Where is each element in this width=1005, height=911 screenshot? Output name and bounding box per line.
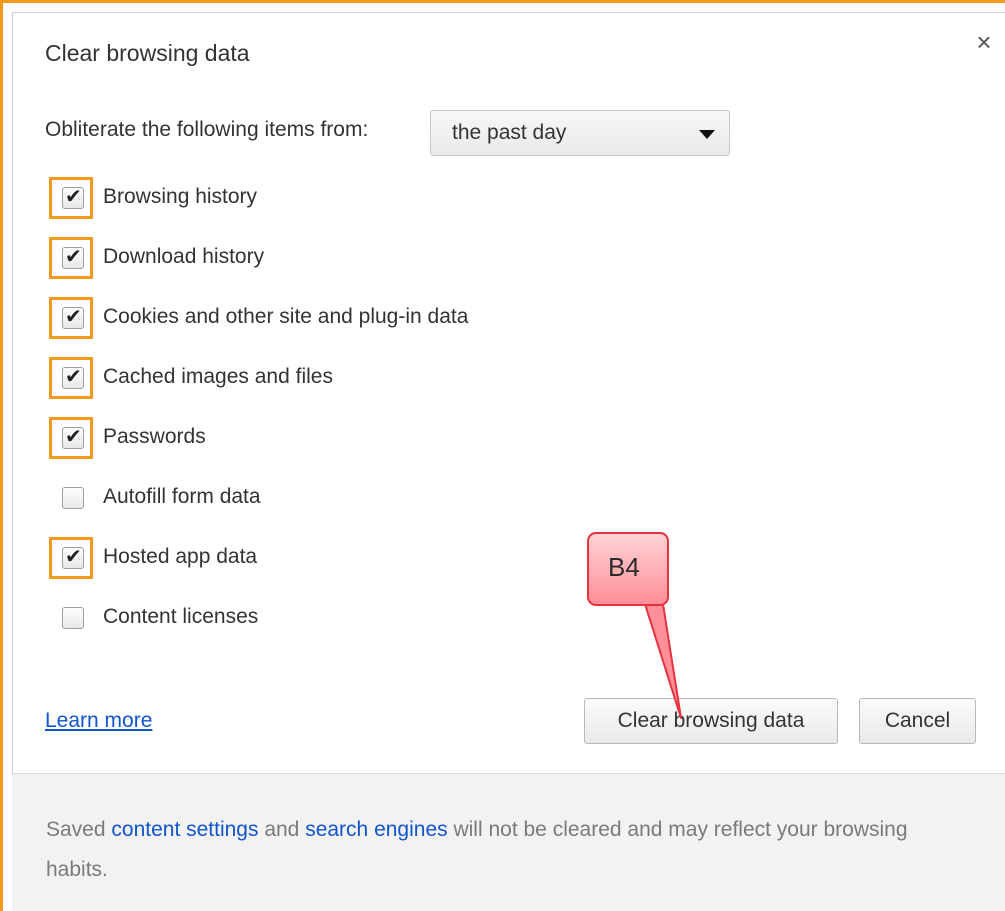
checkmark-icon: ✔ <box>65 246 82 268</box>
option-row[interactable]: ✔ Hosted app data <box>45 537 645 581</box>
obliterate-label: Obliterate the following items from: <box>45 118 369 141</box>
close-icon[interactable]: × <box>972 28 996 56</box>
option-checkbox[interactable]: ✔ <box>62 306 84 329</box>
option-row[interactable]: ✔ Download history <box>45 237 645 281</box>
content-settings-link[interactable]: content settings <box>111 818 258 841</box>
option-label: Autofill form data <box>103 485 261 508</box>
option-row[interactable]: ✔ Cookies and other site and plug-in data <box>45 297 645 341</box>
learn-more-link[interactable]: Learn more <box>45 709 152 733</box>
option-checkbox[interactable]: ✔ <box>62 366 84 389</box>
footer-middle: and <box>258 818 306 841</box>
footer-text: Saved content settings and search engine… <box>46 810 946 890</box>
option-row[interactable]: ✔ Passwords <box>45 417 645 461</box>
time-range-value: the past day <box>452 121 567 144</box>
option-row[interactable]: Autofill form data <box>45 477 645 521</box>
callout-label: B4 <box>608 552 640 582</box>
option-label: Cookies and other site and plug-in data <box>103 305 469 328</box>
option-checkbox[interactable] <box>62 487 84 509</box>
checkmark-icon: ✔ <box>65 366 82 388</box>
option-checkbox[interactable] <box>62 607 84 629</box>
checkmark-icon: ✔ <box>65 426 82 448</box>
checkmark-icon: ✔ <box>65 306 82 328</box>
callout-annotation: B4 <box>587 532 669 606</box>
option-row[interactable]: Content licenses <box>45 597 645 641</box>
clear-browsing-data-button[interactable]: Clear browsing data <box>584 698 838 744</box>
time-range-select[interactable]: the past day <box>430 110 730 156</box>
option-checkbox[interactable]: ✔ <box>62 546 84 569</box>
checkmark-icon: ✔ <box>65 546 82 568</box>
option-label: Cached images and files <box>103 365 333 388</box>
option-checkbox[interactable]: ✔ <box>62 426 84 449</box>
cancel-button[interactable]: Cancel <box>859 698 976 744</box>
footer-prefix: Saved <box>46 818 112 841</box>
dialog-title: Clear browsing data <box>45 40 250 66</box>
option-label: Hosted app data <box>103 545 258 568</box>
footer-panel: Saved content settings and search engine… <box>12 773 1005 911</box>
option-label: Content licenses <box>103 605 259 628</box>
option-row[interactable]: ✔ Cached images and files <box>45 357 645 401</box>
option-row[interactable]: ✔ Browsing history <box>45 177 645 221</box>
option-label: Download history <box>103 245 265 268</box>
option-label: Browsing history <box>103 185 258 208</box>
dropdown-arrow-icon <box>699 130 715 139</box>
checkmark-icon: ✔ <box>65 186 82 208</box>
option-label: Passwords <box>103 425 206 448</box>
search-engines-link[interactable]: search engines <box>305 818 447 841</box>
option-checkbox[interactable]: ✔ <box>62 246 84 269</box>
option-checkbox[interactable]: ✔ <box>62 186 84 209</box>
